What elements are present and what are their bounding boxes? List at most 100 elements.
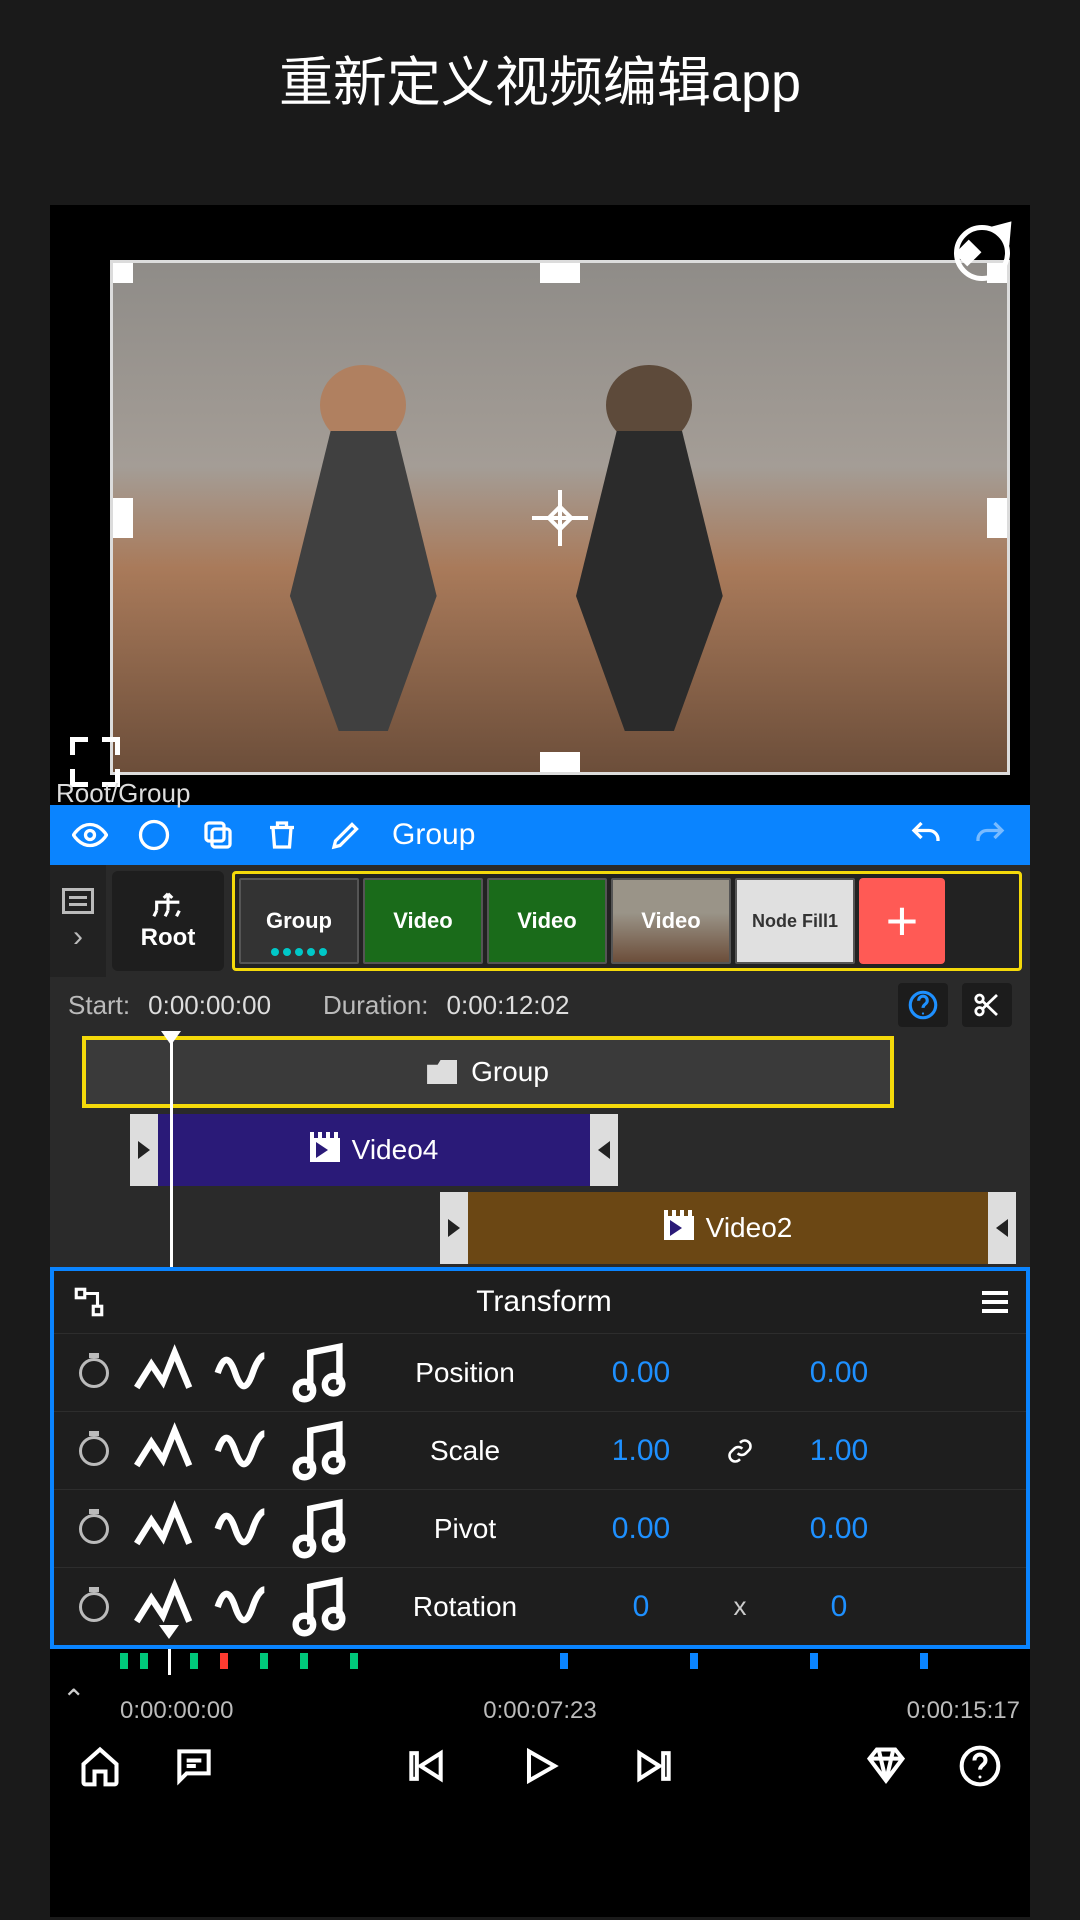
prop-separator: x [714,1591,766,1622]
stopwatch-icon[interactable] [68,1514,120,1544]
prop-label: Position [362,1357,568,1389]
clip-video4[interactable]: Video4 [130,1114,618,1186]
undo-icon[interactable] [908,817,944,853]
app-frame: Root/Group Group › Root Group Video Vide… [50,205,1030,1917]
wave-icon[interactable] [206,1338,276,1408]
wave-icon[interactable] [206,1494,276,1564]
keyframe-marker[interactable] [920,1653,928,1669]
list-icon [62,888,94,914]
node-chip-fill[interactable]: Node Fill1 [735,878,855,964]
prop-value-y[interactable]: 1.00 [774,1434,904,1468]
rotate-handle-icon[interactable] [954,225,1010,281]
prop-value-y[interactable]: 0.00 [774,1512,904,1546]
clip-trim-left[interactable] [130,1114,158,1186]
clip-video2[interactable]: Video2 [440,1192,1016,1264]
preview-area[interactable]: Root/Group [50,205,1030,805]
resize-handle-w[interactable] [110,498,133,538]
resize-handle-nw[interactable] [110,260,133,283]
time-ruler[interactable]: ⌃ 0:00:00:00 0:00:07:23 0:00:15:17 [50,1675,1030,1731]
transform-panel-header: Transform [54,1271,1026,1333]
wave-icon[interactable] [206,1572,276,1642]
prop-label: Rotation [362,1591,568,1623]
circle-select-icon[interactable] [136,817,172,853]
start-value[interactable]: 0:00:00:00 [148,990,271,1021]
side-panel-toggle[interactable]: › [50,865,106,977]
add-node-button[interactable]: + [859,878,945,964]
stopwatch-icon[interactable] [68,1592,120,1622]
graph-icon[interactable] [128,1494,198,1564]
panel-menu-icon[interactable] [982,1291,1008,1313]
help-icon[interactable] [958,1744,1002,1788]
comment-icon[interactable] [172,1744,216,1788]
copy-icon[interactable] [200,817,236,853]
anchor-crosshair-icon[interactable] [532,490,588,546]
step-forward-icon[interactable] [632,1744,676,1788]
video-subject-left [256,365,471,731]
music-note-icon[interactable] [284,1338,354,1408]
diamond-premium-icon[interactable] [864,1744,908,1788]
keyframe-marker[interactable] [690,1653,698,1669]
play-icon[interactable] [518,1744,562,1788]
transform-icon[interactable] [72,1285,106,1319]
node-strip: Group Video Video Video Node Fill1 + [232,871,1022,971]
clip-trim-left[interactable] [440,1192,468,1264]
timeline-tracks[interactable]: Group Video4 Video2 [50,1033,1030,1267]
prop-value-y[interactable]: 0.00 [774,1356,904,1390]
link-icon[interactable] [714,1437,766,1465]
resize-handle-e[interactable] [987,498,1010,538]
prop-value-x[interactable]: 0.00 [576,1512,706,1546]
ruler-block: ⌃ 0:00:00:00 0:00:07:23 0:00:15:17 [50,1649,1030,1731]
collapse-ruler-icon[interactable]: ⌃ [62,1683,85,1716]
clip-trim-right[interactable] [988,1192,1016,1264]
duration-label: Duration: [323,990,429,1021]
music-note-icon[interactable] [284,1572,354,1642]
node-chip-group[interactable]: Group [239,878,359,964]
prop-value-x[interactable]: 0.00 [576,1356,706,1390]
clip-group[interactable]: Group [82,1036,894,1108]
keyframe-marker[interactable] [190,1653,198,1669]
redo-icon[interactable] [972,817,1008,853]
visibility-icon[interactable] [72,817,108,853]
resize-handle-s[interactable] [540,752,580,775]
stopwatch-icon[interactable] [68,1358,120,1388]
music-note-icon[interactable] [284,1494,354,1564]
root-node-button[interactable]: Root [112,871,224,971]
prop-value-x[interactable]: 0 [576,1590,706,1624]
playhead[interactable] [170,1033,173,1267]
duration-value[interactable]: 0:00:12:02 [447,990,570,1021]
node-chip-video-3[interactable]: Video [611,878,731,964]
node-chip-video-1[interactable]: Video [363,878,483,964]
scissors-icon[interactable] [962,983,1012,1027]
node-chip-label: Node Fill1 [752,911,838,932]
prop-value-x[interactable]: 1.00 [576,1434,706,1468]
keyframe-marker[interactable] [350,1653,358,1669]
wave-icon[interactable] [206,1416,276,1486]
help-hint-icon[interactable] [898,983,948,1027]
keyframe-marker[interactable] [120,1653,128,1669]
keyframe-marker-strip[interactable] [50,1649,1030,1675]
graph-icon[interactable] [128,1416,198,1486]
keyframe-marker[interactable] [300,1653,308,1669]
keyframe-marker[interactable] [810,1653,818,1669]
graph-icon[interactable] [128,1338,198,1408]
folder-icon [427,1060,457,1084]
prop-label: Scale [362,1435,568,1467]
resize-handle-n[interactable] [540,260,580,283]
prop-value-y[interactable]: 0 [774,1590,904,1624]
prop-label: Pivot [362,1513,568,1545]
film-icon [664,1216,694,1240]
keyframe-marker[interactable] [140,1653,148,1669]
canvas[interactable] [110,260,1010,775]
stopwatch-icon[interactable] [68,1436,120,1466]
home-icon[interactable] [78,1744,122,1788]
clip-trim-right[interactable] [590,1114,618,1186]
clip-label: Video2 [706,1212,793,1244]
edit-pencil-icon[interactable] [328,817,364,853]
step-back-icon[interactable] [404,1744,448,1788]
keyframe-marker[interactable] [560,1653,568,1669]
keyframe-marker[interactable] [220,1653,228,1669]
music-note-icon[interactable] [284,1416,354,1486]
trash-icon[interactable] [264,817,300,853]
keyframe-marker[interactable] [260,1653,268,1669]
node-chip-video-2[interactable]: Video [487,878,607,964]
